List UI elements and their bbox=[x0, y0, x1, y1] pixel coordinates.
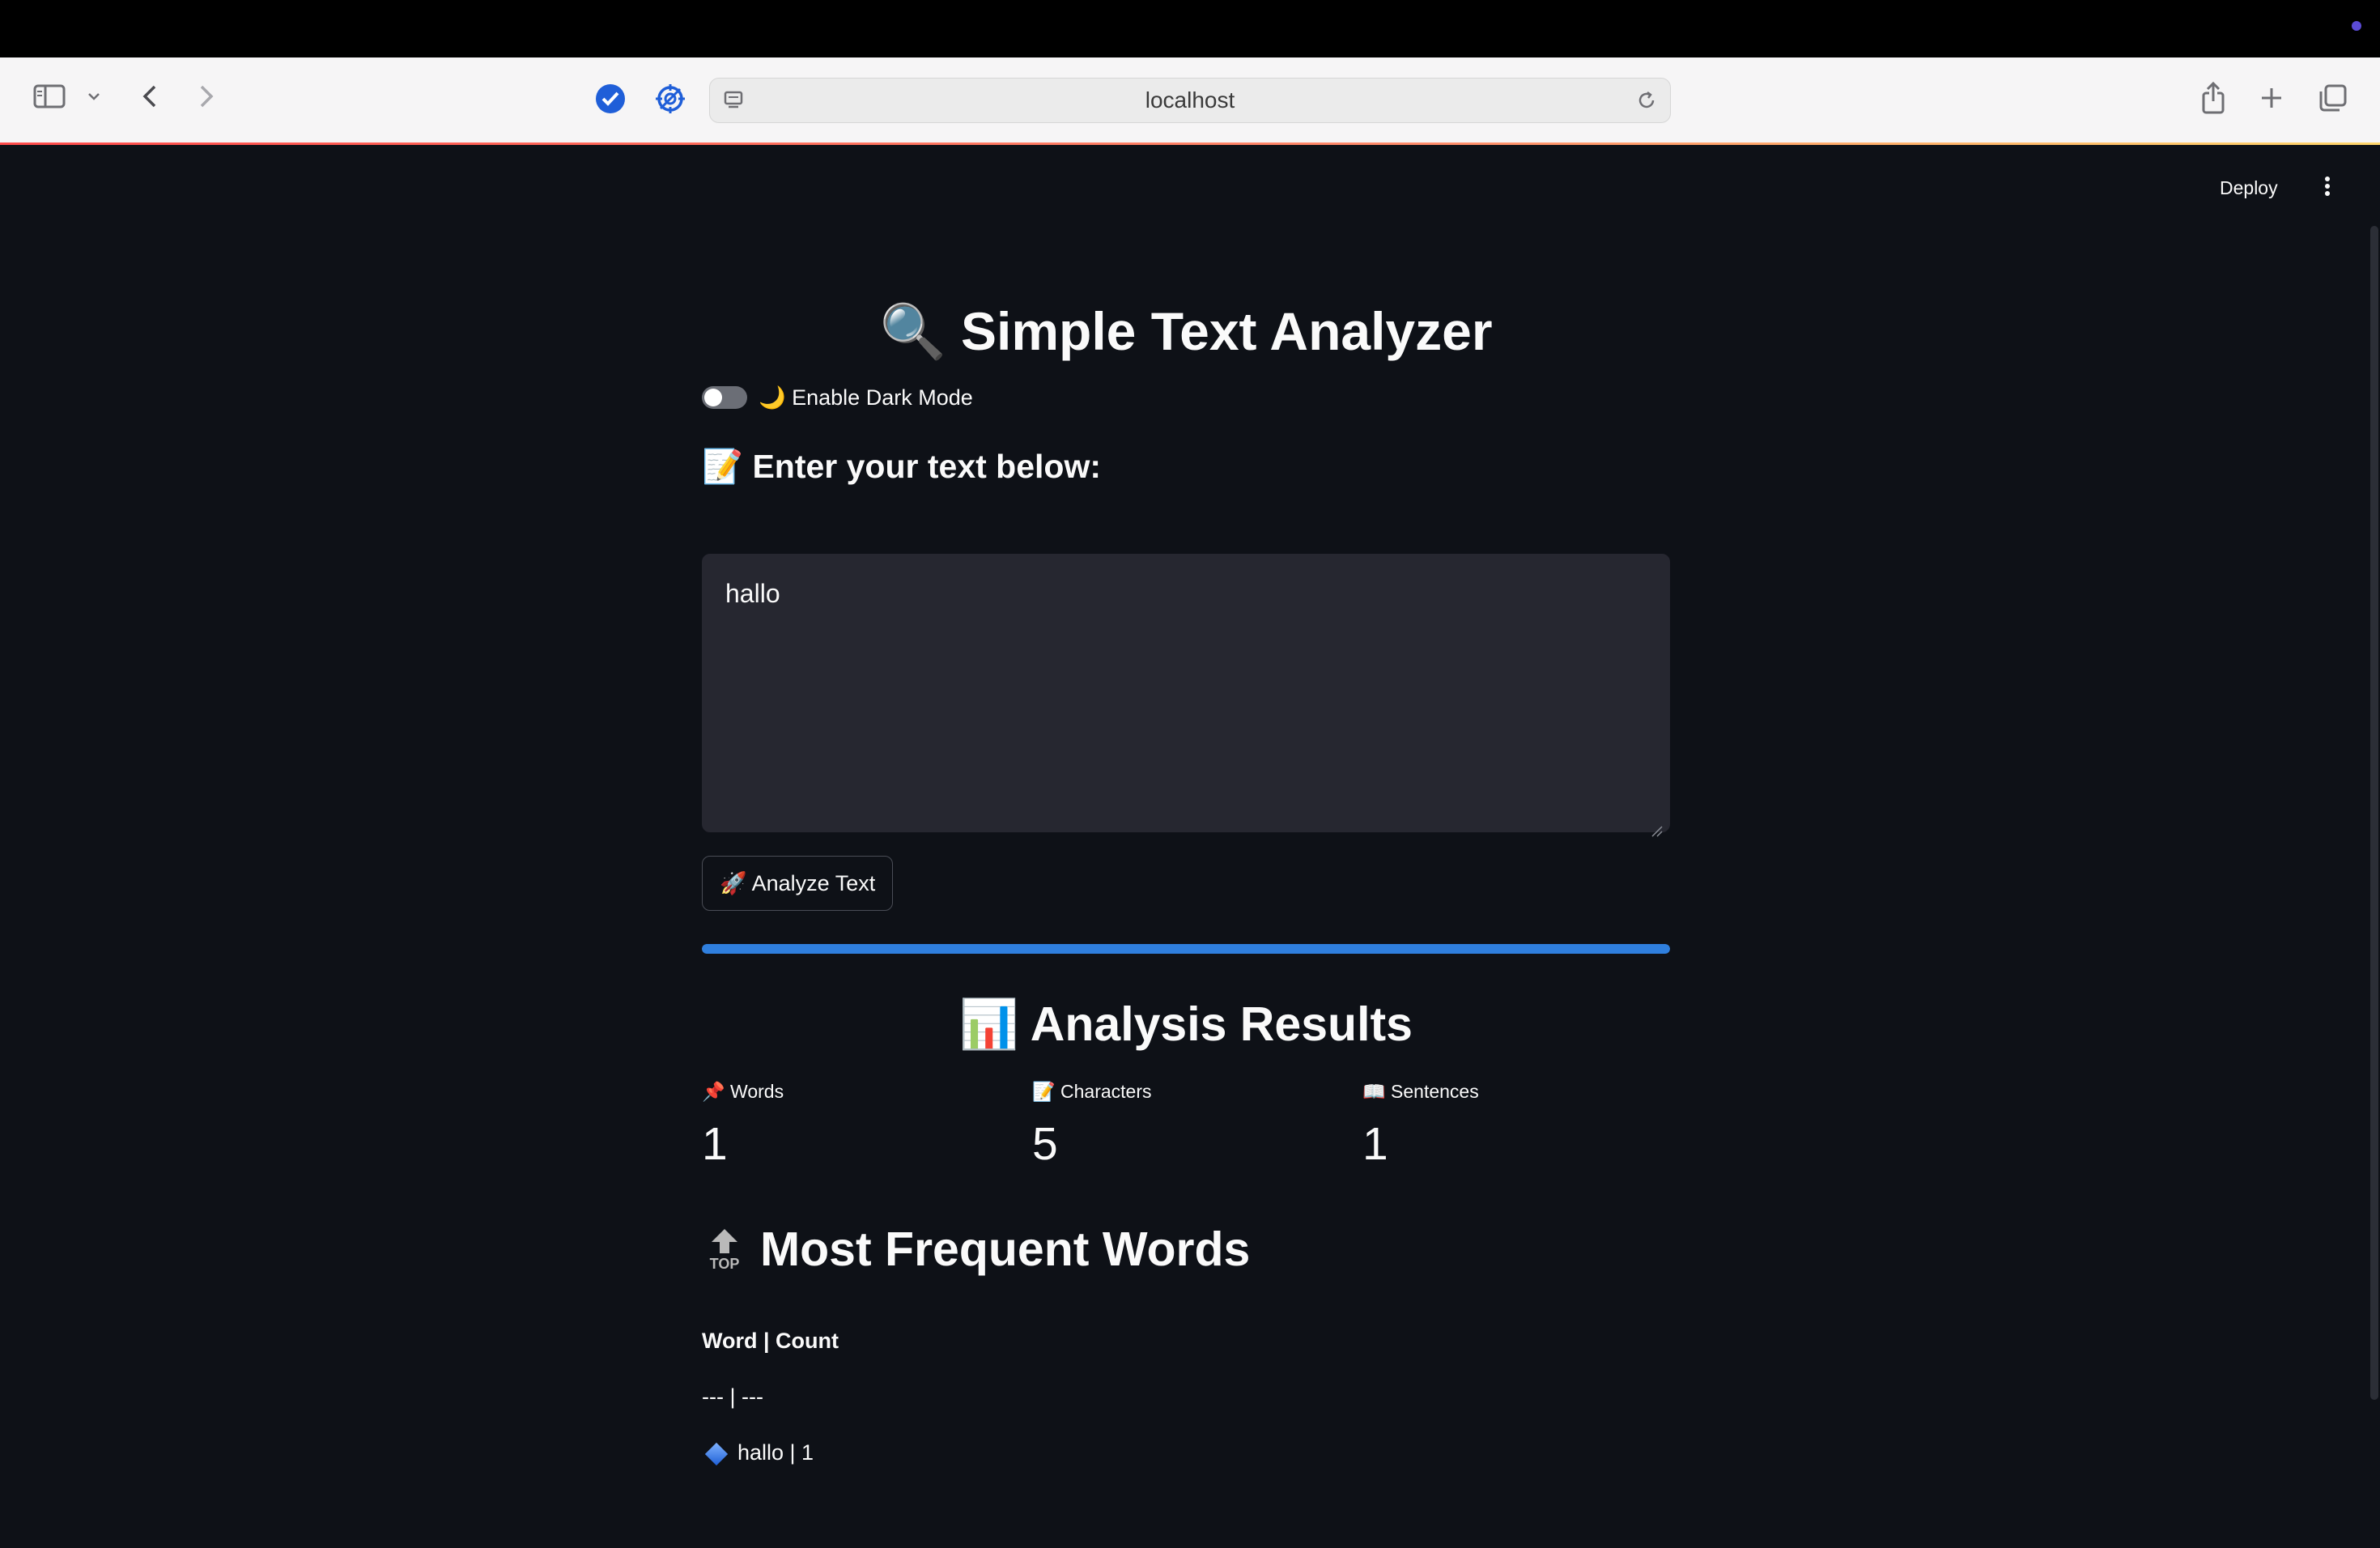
main-content: 🔍 Simple Text Analyzer 🌙 Enable Dark Mod… bbox=[702, 145, 1670, 1548]
metric-value: 5 bbox=[1032, 1118, 1058, 1170]
frequent-words-title-row: TOP Most Frequent Words bbox=[702, 1222, 1251, 1277]
scrollbar[interactable] bbox=[2370, 226, 2378, 1400]
table-header: Word | Count bbox=[702, 1329, 839, 1353]
toggle-knob bbox=[704, 389, 722, 406]
checkmark-extension-icon[interactable] bbox=[594, 83, 627, 115]
results-title: 📊 Analysis Results bbox=[959, 997, 1413, 1051]
metric-value: 1 bbox=[702, 1118, 728, 1170]
metric-words: 📌 Words 1 bbox=[702, 1081, 784, 1171]
metric-label: 📌 Words bbox=[702, 1081, 784, 1102]
text-input-value[interactable]: hallo bbox=[725, 579, 780, 608]
blue-diamond-icon bbox=[704, 1442, 729, 1466]
chevron-down-icon[interactable] bbox=[84, 88, 104, 104]
page-title: 🔍 Simple Text Analyzer bbox=[879, 301, 1493, 361]
chevron-right-icon[interactable] bbox=[194, 82, 219, 111]
resize-handle-icon[interactable] bbox=[1650, 814, 1663, 837]
top-icon-text: TOP bbox=[709, 1256, 740, 1272]
chevron-left-icon[interactable] bbox=[138, 82, 162, 111]
tab-overview-icon[interactable] bbox=[2317, 82, 2349, 114]
dark-mode-toggle[interactable] bbox=[702, 386, 747, 409]
input-subheader: 📝 Enter your text below: bbox=[702, 448, 1102, 485]
metric-label: 📖 Sentences bbox=[1362, 1081, 1479, 1102]
metric-sentences: 📖 Sentences 1 bbox=[1362, 1081, 1479, 1171]
metric-characters: 📝 Characters 5 bbox=[1032, 1081, 1152, 1171]
browser-toolbar: localhost bbox=[0, 57, 2380, 143]
metric-label: 📝 Characters bbox=[1032, 1081, 1152, 1102]
main-menu-icon[interactable] bbox=[2317, 174, 2338, 198]
share-icon[interactable] bbox=[2197, 80, 2229, 116]
url-text[interactable]: localhost bbox=[710, 79, 1670, 122]
metric-value: 1 bbox=[1362, 1118, 1388, 1170]
tracking-extension-icon[interactable] bbox=[654, 83, 686, 115]
analyze-text-button[interactable]: 🚀 Analyze Text bbox=[702, 856, 894, 911]
table-row-text: hallo | 1 bbox=[737, 1440, 814, 1465]
top-arrow-icon: TOP bbox=[702, 1223, 747, 1276]
frequent-words-title: Most Frequent Words bbox=[760, 1223, 1251, 1276]
progress-fill bbox=[702, 944, 1670, 954]
text-input-area[interactable]: hallo bbox=[702, 554, 1670, 837]
dark-mode-toggle-row[interactable]: 🌙 Enable Dark Mode bbox=[702, 385, 973, 410]
status-dot bbox=[2352, 21, 2361, 31]
table-row: hallo | 1 bbox=[702, 1440, 814, 1466]
sidebar-icon[interactable] bbox=[31, 82, 68, 111]
address-bar[interactable]: localhost bbox=[709, 78, 1671, 123]
plus-icon[interactable] bbox=[2257, 83, 2286, 113]
table-separator: --- | --- bbox=[702, 1384, 763, 1409]
reload-icon[interactable] bbox=[1634, 88, 1659, 113]
app-viewport: Deploy 🔍 Simple Text Analyzer 🌙 Enable D… bbox=[0, 145, 2380, 1548]
progress-bar bbox=[702, 944, 1670, 954]
deploy-button[interactable]: Deploy bbox=[2220, 177, 2278, 199]
system-top-bar bbox=[0, 0, 2380, 57]
dark-mode-label[interactable]: 🌙 Enable Dark Mode bbox=[759, 385, 973, 410]
